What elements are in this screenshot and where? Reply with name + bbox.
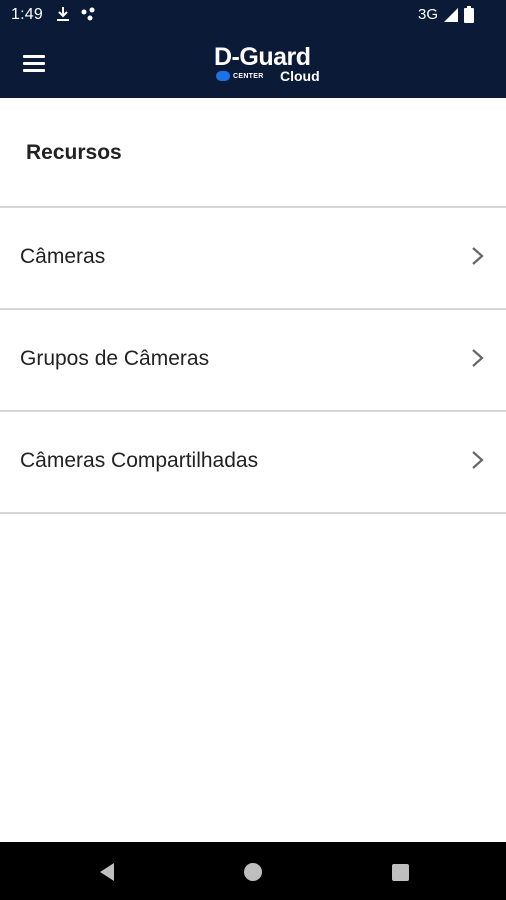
network-type: 3G [417,6,438,23]
status-right: 3G [418,6,474,23]
recents-icon[interactable] [388,860,412,884]
list-item-camera-groups[interactable]: Grupos de Câmeras [0,310,506,412]
hamburger-menu-icon-line-bottom [23,69,45,72]
list-item-label: Grupos de Câmeras [20,347,210,370]
home-icon[interactable] [241,860,265,884]
section-header: Recursos [0,98,506,208]
status-time: 1:49 [11,6,43,23]
download-icon [57,7,69,21]
status-notification-icons [56,6,98,22]
notification-dots-icon [81,7,95,21]
chevron-right-icon [472,451,484,469]
dguard-logo: D-Guard CENTER Cloud [214,42,324,86]
hamburger-menu-icon-line-top [23,55,45,58]
list-item-label: Câmeras [20,245,106,268]
list-item-shared-cameras[interactable]: Câmeras Compartilhadas [0,412,506,514]
battery-icon [464,6,474,23]
page-title: Recursos [26,141,122,164]
cellular-signal-icon [444,7,458,22]
chevron-right-icon [472,247,484,265]
app-bar: D-Guard CENTER Cloud [0,30,506,98]
logo-dot-icon [216,71,230,81]
logo-center-text: CENTER [233,72,264,80]
status-bar: 1:49 3G [0,0,506,30]
list-item-cameras[interactable]: Câmeras [0,208,506,310]
hamburger-menu-icon-line-middle [23,62,45,65]
back-icon[interactable] [95,860,119,884]
logo-center: CENTER [216,71,264,81]
system-nav-bar [0,842,506,900]
list-item-label: Câmeras Compartilhadas [20,449,259,472]
menu-button[interactable] [20,50,50,78]
chevron-right-icon [472,349,484,367]
resources-list: Câmeras Grupos de Câmeras Câmeras Compar… [0,208,506,514]
app-screen: 1:49 3G D-Guard CENTER Cloud Recursos Câ… [0,0,506,900]
logo-cloud-text: Cloud [280,68,320,84]
